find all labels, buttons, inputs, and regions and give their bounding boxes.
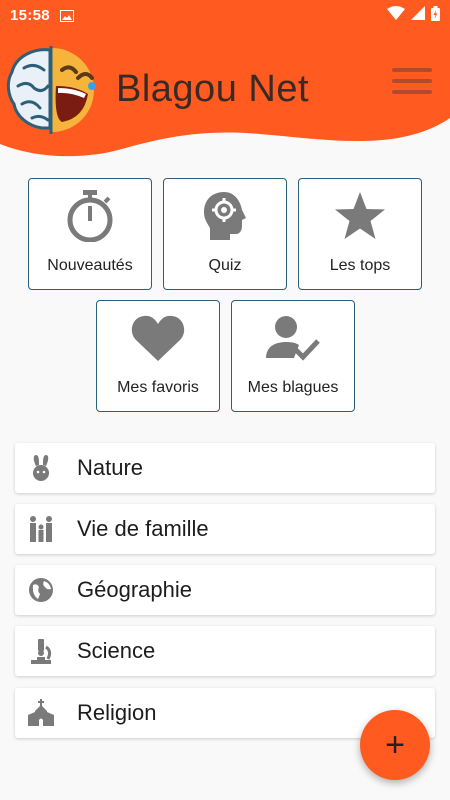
tile-label: Quiz xyxy=(208,257,242,274)
menu-icon xyxy=(392,68,432,72)
rabbit-icon xyxy=(27,454,55,482)
signal-icon xyxy=(411,6,425,24)
category-label: Géographie xyxy=(77,577,192,602)
tile-nouveautes[interactable]: Nouveautés xyxy=(28,178,152,290)
category-geographie[interactable]: Géographie xyxy=(15,565,435,615)
category-nature[interactable]: Nature xyxy=(15,443,435,493)
image-notification-icon xyxy=(59,9,74,22)
plus-icon: + xyxy=(385,725,405,764)
status-bar: 15:58 xyxy=(0,0,450,30)
stopwatch-icon xyxy=(65,187,115,245)
hamburger-menu-button[interactable] xyxy=(392,68,436,98)
family-icon xyxy=(27,515,55,543)
category-vie-de-famille[interactable]: Vie de famille xyxy=(15,504,435,554)
category-label: Religion xyxy=(77,700,157,725)
app-logo xyxy=(4,42,100,138)
user-check-icon xyxy=(266,309,320,367)
add-joke-button[interactable]: + xyxy=(360,710,430,780)
tile-mes-favoris[interactable]: Mes favoris xyxy=(96,300,220,412)
globe-icon xyxy=(27,576,55,604)
church-icon xyxy=(27,699,55,727)
tile-label: Mes blagues xyxy=(247,379,339,396)
category-label: Vie de famille xyxy=(77,516,209,541)
tile-label: Mes favoris xyxy=(117,379,199,396)
star-icon xyxy=(333,187,387,245)
heart-icon xyxy=(130,309,186,367)
app-title: Blagou Net xyxy=(116,68,310,110)
app-header: Blagou Net xyxy=(0,30,450,160)
status-time: 15:58 xyxy=(10,6,50,24)
head-gear-icon xyxy=(200,187,250,245)
microscope-icon xyxy=(27,637,55,665)
tile-label: Les tops xyxy=(329,257,391,274)
wifi-icon xyxy=(387,6,405,24)
battery-icon xyxy=(431,5,440,25)
category-science[interactable]: Science xyxy=(15,626,435,676)
category-label: Nature xyxy=(77,455,144,480)
tile-label: Nouveautés xyxy=(47,257,133,274)
tile-quiz[interactable]: Quiz xyxy=(163,178,287,290)
tile-mes-blagues[interactable]: Mes blagues xyxy=(231,300,355,412)
category-label: Science xyxy=(77,638,156,663)
tile-les-tops[interactable]: Les tops xyxy=(298,178,422,290)
